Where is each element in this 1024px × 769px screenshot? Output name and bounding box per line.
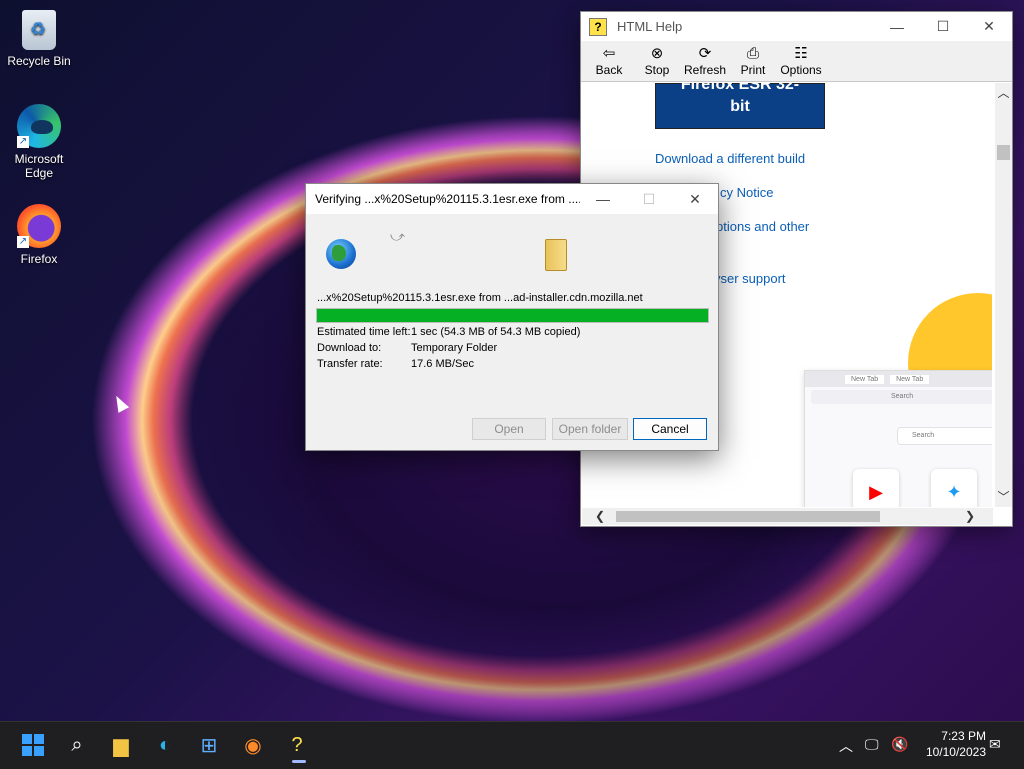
download-to-label: Download to:: [317, 342, 382, 354]
horizontal-scroll-thumb[interactable]: [616, 511, 880, 522]
link-browser-support[interactable]: vser support: [714, 271, 786, 286]
download-source: ...x%20Setup%20115.3.1esr.exe from ...ad…: [317, 292, 643, 304]
close-button[interactable]: ✕: [672, 184, 718, 214]
back-label: Back: [595, 63, 623, 77]
back-button[interactable]: ⇦ Back: [585, 41, 633, 81]
scroll-left-icon[interactable]: ❮: [590, 508, 610, 525]
folder-icon: [545, 239, 567, 271]
download-banner[interactable]: Firefox ESR 32- bit: [655, 83, 825, 129]
minimize-button[interactable]: —: [874, 12, 920, 41]
clock-time: 7:23 PM: [941, 729, 986, 743]
desktop-icon-label: Firefox: [20, 252, 58, 266]
clock-date: 10/10/2023: [925, 745, 986, 759]
dialog-title: Verifying ...x%20Setup%20115.3.1esr.exe …: [315, 192, 580, 206]
globe-icon: [326, 239, 356, 269]
minimize-button[interactable]: —: [580, 184, 626, 214]
transfer-rate-value: 17.6 MB/Sec: [411, 358, 474, 370]
options-label: Options: [780, 63, 822, 77]
back-arrow-icon: ⇦: [602, 45, 616, 62]
link-different-build[interactable]: Download a different build: [655, 151, 805, 166]
open-folder-button: Open folder: [552, 418, 628, 440]
help-toolbar: ⇦ Back ⊗ Stop ⟳ Refresh ⎙ Print ☷ Options: [581, 41, 1012, 82]
recycle-bin-icon: [22, 10, 56, 50]
firefox-taskbar-icon[interactable]: ◉: [239, 731, 267, 759]
help-titlebar[interactable]: ? HTML Help — ☐ ✕: [581, 12, 1012, 41]
store-icon[interactable]: ⊞: [195, 731, 223, 759]
network-icon[interactable]: 🖵: [865, 736, 879, 753]
scroll-up-icon[interactable]: ︿: [995, 83, 1012, 103]
refresh-label: Refresh: [683, 63, 727, 77]
help-window-title: HTML Help: [617, 19, 683, 34]
notification-icon[interactable]: ✉: [989, 736, 1001, 753]
scroll-down-icon[interactable]: ﹀: [995, 487, 1012, 507]
show-hidden-icons-chevron-icon[interactable]: ︿: [839, 736, 853, 756]
options-button[interactable]: ☷ Options: [777, 41, 825, 81]
transfer-rate-label: Transfer rate:: [317, 358, 383, 370]
desktop-icon-firefox[interactable]: ↗ Firefox: [3, 204, 75, 266]
youtube-icon: ▶: [853, 469, 899, 507]
preview-urlbar: Search: [811, 390, 992, 404]
vertical-scroll-thumb[interactable]: [997, 145, 1010, 160]
dialog-titlebar[interactable]: Verifying ...x%20Setup%20115.3.1esr.exe …: [306, 184, 718, 214]
open-button: Open: [472, 418, 546, 440]
stop-label: Stop: [644, 63, 670, 77]
cancel-button[interactable]: Cancel: [633, 418, 707, 440]
edge-icon: ↗: [17, 104, 61, 148]
firefox-icon: ↗: [17, 204, 61, 248]
scroll-right-icon[interactable]: ❯: [960, 508, 980, 525]
taskbar: ⌕ ▆ ◐ ⊞ ◉ ? ︿ 🖵 🔇 7:23 PM 10/10/2023 ✉: [0, 721, 1024, 769]
download-to-row: Download to: Temporary Folder: [317, 342, 497, 354]
options-icon: ☷: [794, 45, 808, 62]
file-explorer-icon[interactable]: ▆: [107, 731, 135, 759]
banner-line-1: Firefox ESR 32-: [680, 83, 800, 93]
desktop-icon-recycle-bin[interactable]: Recycle Bin: [3, 10, 75, 68]
desktop-icon-label: Microsoft Edge: [14, 152, 64, 180]
link-privacy-notice[interactable]: cy Notice: [720, 185, 773, 200]
browser-preview-image: New Tab New Tab Search Search ▶ ✦: [804, 370, 992, 507]
preview-search: Search: [897, 427, 992, 445]
link-options[interactable]: ptions and other: [716, 219, 809, 234]
windows-logo-icon: [22, 734, 44, 756]
start-button[interactable]: [19, 731, 47, 759]
maximize-button[interactable]: ☐: [920, 12, 966, 41]
desktop-icon-edge[interactable]: ↗ Microsoft Edge: [3, 104, 75, 180]
time-left-label: Estimated time left:: [317, 326, 411, 338]
time-left-value: 1 sec (54.3 MB of 54.3 MB copied): [411, 326, 581, 338]
time-left-row: Estimated time left:1 sec (54.3 MB of 54…: [317, 326, 580, 338]
stop-button[interactable]: ⊗ Stop: [633, 41, 681, 81]
printer-icon: ⎙: [746, 45, 759, 62]
mouse-cursor: [110, 393, 130, 413]
shortcut-arrow-icon: ↗: [17, 236, 29, 248]
vertical-scrollbar[interactable]: ︿ ﹀: [995, 83, 1012, 507]
preview-tab: New Tab: [890, 374, 930, 384]
active-app-indicator: [292, 760, 306, 763]
volume-muted-icon[interactable]: 🔇: [891, 736, 908, 753]
banner-line-2: bit: [730, 98, 750, 115]
desktop-icon-label: Recycle Bin: [7, 54, 71, 68]
clock[interactable]: 7:23 PM 10/10/2023: [916, 728, 986, 760]
stop-icon: ⊗: [650, 45, 664, 62]
refresh-icon: ⟳: [698, 45, 712, 62]
flying-document-icon: ⤻: [390, 228, 405, 244]
transfer-rate-row: Transfer rate: 17.6 MB/Sec: [317, 358, 474, 370]
close-button[interactable]: ✕: [966, 12, 1012, 41]
search-icon[interactable]: ⌕: [63, 731, 91, 759]
refresh-button[interactable]: ⟳ Refresh: [681, 41, 729, 81]
twitter-icon: ✦: [931, 469, 977, 507]
download-progress-bar: [316, 308, 709, 323]
maximize-button: ☐: [642, 190, 656, 207]
preview-tab: New Tab: [845, 374, 885, 384]
help-app-icon: ?: [589, 17, 607, 36]
horizontal-scrollbar[interactable]: ❮ ❯: [582, 508, 993, 525]
shortcut-arrow-icon: ↗: [17, 136, 29, 148]
download-dialog: Verifying ...x%20Setup%20115.3.1esr.exe …: [305, 183, 719, 451]
print-label: Print: [740, 63, 766, 77]
edge-taskbar-icon[interactable]: ◐: [151, 731, 179, 759]
html-help-taskbar-icon[interactable]: ?: [283, 731, 311, 759]
download-to-value: Temporary Folder: [411, 342, 498, 354]
print-button[interactable]: ⎙ Print: [729, 41, 777, 81]
progress-fill: [317, 309, 708, 322]
